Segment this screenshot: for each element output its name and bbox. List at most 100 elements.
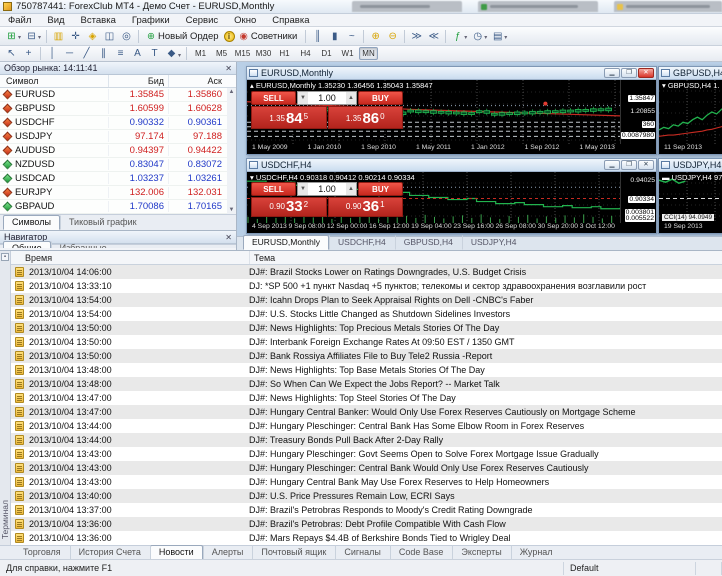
news-row[interactable]: 2013/10/04 13:43:00 DJ#: Hungary Pleschi… — [11, 461, 722, 475]
autotrading-info-icon[interactable]: i — [223, 30, 235, 42]
chart-tab[interactable]: USDCHF,H4 — [329, 235, 395, 250]
chart-window-gbpusd[interactable]: GBPUSD,H4 ▾ GBPUSD,H4 1. 11 Sep 201313 S… — [658, 66, 722, 155]
volume-down-icon[interactable]: ▼ — [298, 92, 308, 104]
news-row[interactable]: 2013/10/04 13:50:00 DJ#: News Highlights… — [11, 321, 722, 335]
new-order-button[interactable]: ⊕ Новый Ордер — [142, 28, 224, 44]
menu-item[interactable]: Окно — [226, 15, 264, 26]
column-symbol[interactable]: Символ — [0, 76, 108, 86]
terminal-tab[interactable]: Журнал — [510, 545, 562, 560]
strategy-tester-icon[interactable]: ◎ — [118, 29, 135, 44]
candlestick-chart-icon[interactable]: ▮ — [326, 29, 343, 44]
time-axis[interactable]: 1 May 2009 1 Jan 2010 1 Sep 2010 1 May 2011… — [247, 144, 620, 154]
menu-item[interactable]: Сервис — [178, 15, 227, 26]
symbol-row[interactable]: NZDUSD 0.83047 0.83072 — [0, 158, 236, 172]
terminal-tab[interactable]: История Счета — [69, 545, 150, 560]
chart-body[interactable]: ▬ USDJPY,H4 97 CCI(14) 94.0949 19 Sep 20… — [658, 172, 722, 233]
news-row[interactable]: 2013/10/04 13:50:00 DJ#: Bank Rossiya Af… — [11, 349, 722, 363]
volume-stepper[interactable]: ▼ 1.00 ▲ — [297, 182, 357, 196]
expert-advisors-button[interactable]: ◉ Советники — [235, 28, 303, 44]
terminal-tab[interactable]: Code Base — [389, 545, 453, 560]
symbol-row[interactable]: USDJPY 97.174 97.188 — [0, 130, 236, 144]
channel-icon[interactable]: ∥ — [95, 46, 112, 61]
time-axis[interactable]: 19 Sep 201323 Sep 16:00 — [659, 223, 722, 233]
sell-price[interactable]: 1.35 84 5 — [251, 106, 327, 129]
news-row[interactable]: 2013/10/04 13:44:00 DJ#: Hungary Pleschi… — [11, 419, 722, 433]
timeframe-button[interactable]: M30 — [254, 47, 273, 60]
crosshair-icon[interactable]: + — [20, 46, 37, 61]
terminal-tab[interactable]: Торговля — [14, 545, 70, 560]
navigator-tab[interactable]: Общие — [3, 241, 51, 248]
terminal-side-label[interactable]: Терминал — [0, 500, 11, 541]
symbol-row[interactable]: AUDUSD 0.94397 0.94422 — [0, 144, 236, 158]
news-row[interactable]: 2013/10/04 13:43:00 DJ#: Hungary Central… — [11, 475, 722, 489]
symbol-row[interactable]: EURUSD 1.35845 1.35860 — [0, 88, 236, 102]
news-row[interactable]: 2013/10/04 13:36:00 DJ#: Mars Repays $4.… — [11, 531, 722, 545]
news-row[interactable]: 2013/10/04 13:33:10 DJ: *SP 500 +1 пункт… — [11, 279, 722, 293]
volume-up-icon[interactable]: ▲ — [346, 183, 356, 195]
chart-window-usdjpy[interactable]: USDJPY,H4 ▬ USDJPY,H4 97 CCI(14) 94.0949… — [658, 158, 722, 234]
volume-value[interactable]: 1.00 — [308, 92, 346, 104]
news-row[interactable]: 2013/10/04 13:43:00 DJ#: Hungary Pleschi… — [11, 447, 722, 461]
trendline-icon[interactable]: ╱ — [78, 46, 95, 61]
volume-down-icon[interactable]: ▼ — [298, 183, 308, 195]
symbol-row[interactable]: GBPUSD 1.60599 1.60628 — [0, 102, 236, 116]
timeframe-button[interactable]: H4 — [296, 47, 315, 60]
time-axis[interactable]: 4 Sep 2013 9 Sep 08:00 12 Sep 00:00 16 Sep … — [247, 223, 620, 233]
terminal-tab[interactable]: Сигналы — [335, 545, 390, 560]
volume-value[interactable]: 1.00 — [308, 183, 346, 195]
new-chart-dropdown-icon[interactable]: ▾ — [18, 34, 21, 41]
news-row[interactable]: 2013/10/04 13:50:00 DJ#: Interbank Forei… — [11, 335, 722, 349]
terminal-tab[interactable]: Эксперты — [452, 545, 510, 560]
volume-up-icon[interactable]: ▲ — [346, 92, 356, 104]
menu-item[interactable]: Вид — [39, 15, 72, 26]
market-watch-icon[interactable]: ▥ — [50, 29, 67, 44]
chart-body[interactable]: ▴ EURUSD,Monthly 1.35230 1.36456 1.35043… — [246, 80, 656, 154]
market-watch-scrollbar[interactable]: ▲ ▼ — [227, 88, 236, 214]
price-scale[interactable]: 1.35847 1.20855 360 0.0087980 — [620, 80, 656, 144]
news-row[interactable]: 2013/10/04 14:06:00 DJ#: Brazil Stocks L… — [11, 265, 722, 279]
buy-button[interactable]: BUY — [358, 91, 403, 105]
chart-tab[interactable]: GBPUSD,H4 — [394, 235, 462, 250]
news-row[interactable]: 2013/10/04 13:54:00 DJ#: U.S. Stocks Lit… — [11, 307, 722, 321]
minimize-button[interactable]: ▁ — [604, 160, 620, 170]
terminal-collapse-icon[interactable]: ▪ — [1, 253, 9, 261]
column-ask[interactable]: Аск — [168, 75, 226, 87]
timeframe-button[interactable]: M5 — [212, 47, 231, 60]
news-row[interactable]: 2013/10/04 13:44:00 DJ#: Treasury Bonds … — [11, 433, 722, 447]
menu-item[interactable]: Вставка — [73, 15, 124, 26]
sell-price[interactable]: 0.90 33 2 — [251, 197, 327, 217]
navigator-close-icon[interactable]: ✕ — [225, 233, 232, 242]
chart-window-titlebar[interactable]: USDJPY,H4 — [659, 159, 722, 172]
cursor-icon[interactable]: ↖ — [3, 46, 20, 61]
navigator-tab[interactable]: Избранные — [50, 241, 116, 248]
terminal-tab[interactable]: Алерты — [202, 545, 253, 560]
market-watch-tab[interactable]: Тиковый график — [59, 215, 146, 230]
terminal-tab[interactable]: Новости — [149, 545, 203, 560]
chart-window-titlebar[interactable]: GBPUSD,H4 — [659, 67, 722, 80]
chart-body[interactable]: ▾ USDCHF,H4 0.90318 0.90412 0.90214 0.90… — [247, 172, 656, 233]
templates-dropdown-icon[interactable]: ▾ — [504, 34, 507, 41]
timeframe-button[interactable]: W1 — [338, 47, 357, 60]
timeframe-button[interactable]: M1 — [191, 47, 210, 60]
chart-body[interactable]: ▾ GBPUSD,H4 1. 11 Sep 201313 Sep 04:00 — [658, 80, 722, 154]
status-profile[interactable]: Default — [564, 561, 696, 575]
time-axis[interactable]: 11 Sep 201313 Sep 04:00 — [659, 144, 722, 154]
text-tool-icon[interactable]: A — [129, 46, 146, 61]
timeframe-button[interactable]: M15 — [233, 47, 252, 60]
title-bar[interactable]: 750787441: ForexClub MT4 - Демо Счет - E… — [0, 0, 722, 14]
zoom-out-icon[interactable]: ⊖ — [384, 29, 401, 44]
buy-price[interactable]: 1.35 86 0 — [327, 106, 403, 129]
restore-button[interactable]: ❐ — [621, 68, 637, 78]
menu-item[interactable]: Файл — [0, 15, 39, 26]
bar-chart-icon[interactable]: ║ — [309, 29, 326, 44]
market-watch-tab[interactable]: Символы — [3, 215, 60, 230]
vertical-line-icon[interactable]: │ — [44, 46, 61, 61]
auto-scroll-icon[interactable]: ≫ — [408, 29, 425, 44]
data-window-icon[interactable]: ✛ — [67, 29, 84, 44]
news-row[interactable]: 2013/10/04 13:48:00 DJ#: So When Can We … — [11, 377, 722, 391]
terminal-tab[interactable]: Почтовый ящик — [252, 545, 335, 560]
navigator-icon[interactable]: ◈ — [84, 29, 101, 44]
chart-tab[interactable]: EURUSD,Monthly — [243, 235, 330, 250]
buy-button[interactable]: BUY — [358, 182, 403, 196]
chart-shift-icon[interactable]: ≪ — [425, 29, 442, 44]
